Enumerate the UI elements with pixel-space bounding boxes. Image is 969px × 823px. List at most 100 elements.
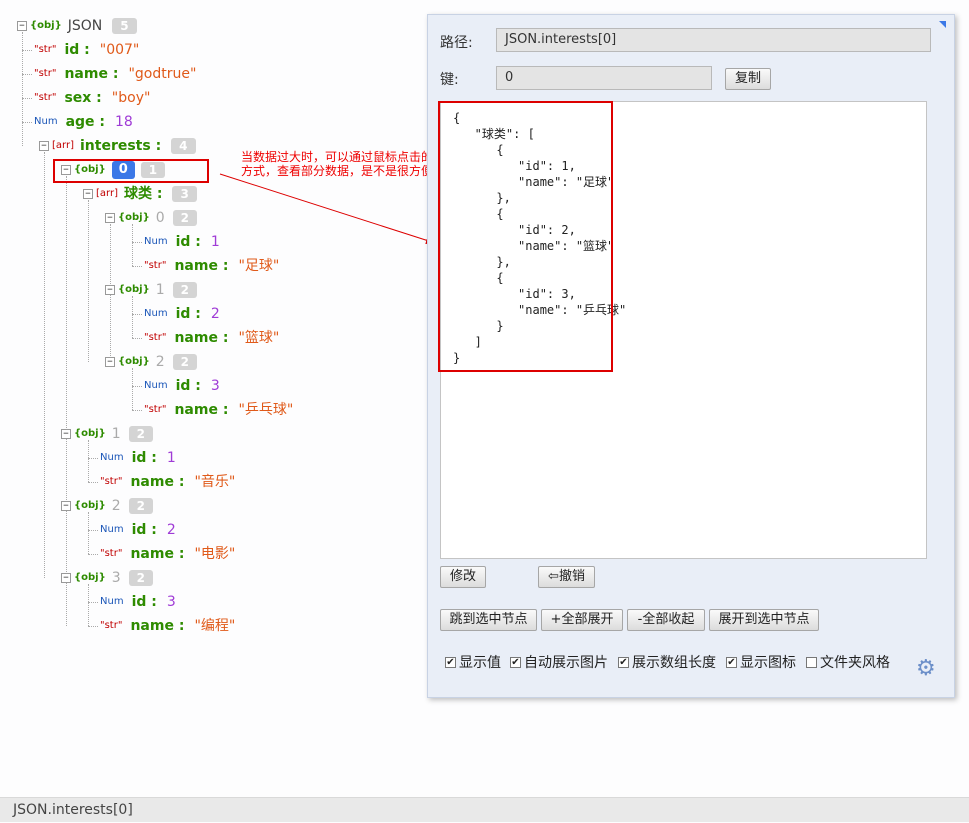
- node-value: "编程": [194, 618, 236, 634]
- tree-leaf-node[interactable]: "str" name : "音乐": [88, 472, 235, 492]
- node-key: name :: [174, 258, 229, 274]
- checkbox-checked-icon[interactable]: ✔: [726, 656, 737, 668]
- tree-object-node[interactable]: − {obj} 1 2: [61, 424, 153, 444]
- type-badge: {obj}: [118, 356, 150, 367]
- edit-button[interactable]: 修改: [440, 566, 486, 588]
- type-badge: "str": [34, 68, 57, 79]
- checkbox-label: 自动展示图片: [524, 655, 608, 671]
- tree-leaf-node[interactable]: "str" id : "007": [22, 40, 139, 60]
- collapse-icon[interactable]: −: [105, 357, 115, 367]
- checkbox-array-length[interactable]: ✔ 展示数组长度: [618, 652, 716, 672]
- node-value: "电影": [194, 546, 236, 562]
- type-badge: "str": [100, 620, 123, 631]
- collapse-icon[interactable]: −: [105, 285, 115, 295]
- collapse-icon[interactable]: −: [39, 141, 49, 151]
- checkbox-auto-image[interactable]: ✔ 自动展示图片: [510, 652, 608, 672]
- path-field[interactable]: JSON.interests[0]: [496, 28, 931, 52]
- tree-balls-node[interactable]: − [arr] 球类 : 3: [83, 184, 197, 204]
- checkbox-folder-style[interactable]: 文件夹风格: [806, 652, 890, 672]
- type-badge: Num: [144, 236, 168, 247]
- checkbox-label: 显示值: [459, 655, 501, 671]
- tree-leaf-node[interactable]: "str" name : "篮球": [132, 328, 279, 348]
- node-index: 1: [155, 282, 165, 298]
- type-badge: Num: [100, 524, 124, 535]
- count-badge: 3: [172, 186, 197, 202]
- status-bar: JSON.interests[0]: [0, 797, 969, 822]
- type-badge: Num: [144, 380, 168, 391]
- type-badge: "str": [100, 548, 123, 559]
- node-key: interests :: [79, 138, 162, 154]
- path-label: 路径:: [440, 35, 473, 51]
- node-value: "godtrue": [128, 66, 197, 82]
- tree-root-node[interactable]: − {obj} JSON 5: [17, 16, 137, 36]
- undo-button[interactable]: ⇦撤销: [538, 566, 595, 588]
- node-value: "007": [99, 42, 140, 58]
- node-key: name :: [130, 474, 185, 490]
- tree-leaf-node[interactable]: Num id : 2: [88, 520, 176, 540]
- type-badge: [arr]: [96, 188, 118, 199]
- tree-leaf-node[interactable]: "str" name : "足球": [132, 256, 279, 276]
- annotation-line: 方式，查看部分数据，是不是很方便。: [241, 164, 441, 178]
- type-badge: {obj}: [30, 20, 62, 31]
- checkbox-show-icon[interactable]: ✔ 显示图标: [726, 652, 796, 672]
- node-key: id :: [131, 522, 157, 538]
- tree-leaf-node[interactable]: "str" name : "乒乓球": [132, 400, 293, 420]
- collapse-icon[interactable]: −: [61, 429, 71, 439]
- tree-leaf-node[interactable]: Num id : 2: [132, 304, 220, 324]
- collapse-all-button[interactable]: -全部收起: [627, 609, 705, 631]
- tree-guide-line: [66, 176, 67, 626]
- node-value: 18: [115, 114, 133, 130]
- tree-leaf-node[interactable]: Num id : 3: [132, 376, 220, 396]
- key-field[interactable]: 0: [496, 66, 712, 90]
- tree-leaf-node[interactable]: Num id : 1: [132, 232, 220, 252]
- expand-all-button[interactable]: +全部展开: [541, 609, 623, 631]
- annotation-note: 当数据过大时，可以通过鼠标点击的 方式，查看部分数据，是不是很方便。: [241, 150, 441, 178]
- checkbox-checked-icon[interactable]: ✔: [510, 656, 521, 668]
- gear-icon[interactable]: ⚙: [916, 658, 938, 680]
- checkbox-unchecked-icon[interactable]: [806, 656, 817, 668]
- tree-leaf-node[interactable]: "str" name : "电影": [88, 544, 235, 564]
- collapse-icon[interactable]: −: [61, 501, 71, 511]
- node-key: name :: [64, 66, 119, 82]
- tree-object-node[interactable]: − {obj} 3 2: [61, 568, 153, 588]
- json-tree: − {obj} JSON 5 "str" id : "007" "str" na…: [0, 0, 430, 780]
- tree-leaf-node[interactable]: Num id : 1: [88, 448, 176, 468]
- collapse-icon[interactable]: −: [17, 21, 27, 31]
- checkbox-checked-icon[interactable]: ✔: [445, 656, 456, 668]
- node-value: "乒乓球": [238, 402, 294, 418]
- checkbox-label: 展示数组长度: [632, 655, 716, 671]
- type-badge: "str": [144, 404, 167, 415]
- tree-interests-node[interactable]: − [arr] interests : 4: [39, 136, 196, 156]
- type-badge: "str": [144, 332, 167, 343]
- collapse-icon[interactable]: −: [83, 189, 93, 199]
- checkbox-show-value[interactable]: ✔ 显示值: [445, 652, 501, 672]
- copy-button[interactable]: 复制: [725, 68, 771, 90]
- tree-leaf-node[interactable]: Num age : 18: [22, 112, 133, 132]
- tree-object-node[interactable]: − {obj} 0 2: [105, 208, 197, 228]
- count-badge: 2: [128, 426, 153, 442]
- collapse-icon[interactable]: −: [61, 573, 71, 583]
- collapse-icon[interactable]: −: [105, 213, 115, 223]
- tree-guide-line: [44, 152, 45, 578]
- node-value: "boy": [111, 90, 151, 106]
- highlight-box: [53, 159, 209, 183]
- highlight-box: [438, 101, 613, 372]
- tree-object-node[interactable]: − {obj} 2 2: [105, 352, 197, 372]
- tree-leaf-node[interactable]: "str" name : "编程": [88, 616, 235, 636]
- tree-object-node[interactable]: − {obj} 2 2: [61, 496, 153, 516]
- tree-leaf-node[interactable]: "str" sex : "boy": [22, 88, 150, 108]
- count-badge: 2: [172, 210, 197, 226]
- tree-object-node[interactable]: − {obj} 1 2: [105, 280, 197, 300]
- type-badge: Num: [100, 452, 124, 463]
- expand-to-node-button[interactable]: 展开到选中节点: [709, 609, 819, 631]
- node-index: 2: [155, 354, 165, 370]
- checkbox-checked-icon[interactable]: ✔: [618, 656, 629, 668]
- jump-to-node-button[interactable]: 跳到选中节点: [440, 609, 537, 631]
- tree-leaf-node[interactable]: "str" name : "godtrue": [22, 64, 196, 84]
- count-badge: 2: [172, 354, 197, 370]
- type-badge: Num: [100, 596, 124, 607]
- resize-corner-icon[interactable]: [939, 21, 946, 28]
- type-badge: "str": [34, 92, 57, 103]
- tree-leaf-node[interactable]: Num id : 3: [88, 592, 176, 612]
- node-value: 1: [210, 234, 220, 250]
